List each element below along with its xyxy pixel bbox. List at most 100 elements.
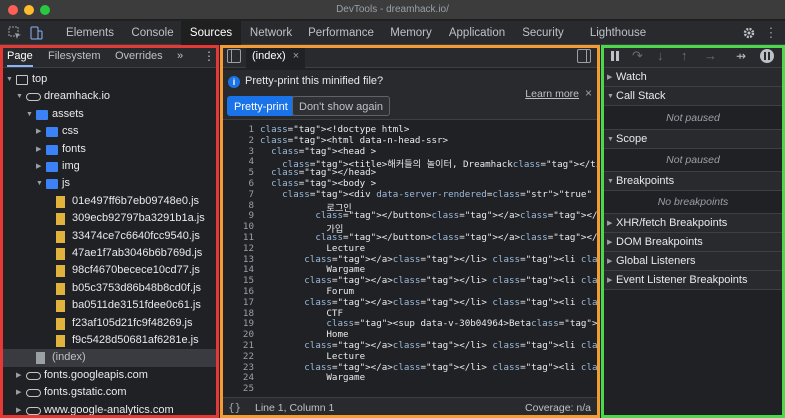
inspect-element-icon[interactable] xyxy=(6,24,24,42)
more-tabs-chevron[interactable]: » xyxy=(177,45,183,67)
code-line[interactable]: class="tag"><!doctype html> xyxy=(260,124,409,135)
deactivate-breakpoints-icon[interactable]: ⇸ xyxy=(736,49,746,63)
expanded-arrow-icon[interactable]: ▼ xyxy=(26,106,33,123)
code-line[interactable]: Lecture xyxy=(260,243,365,254)
step-icon[interactable]: → xyxy=(704,48,717,63)
tree-item[interactable]: ▶ img xyxy=(3,158,216,175)
collapsed-arrow-icon[interactable]: ▶ xyxy=(16,402,21,418)
code-line[interactable]: Home xyxy=(260,329,348,340)
tree-item[interactable]: 47ae1f7ab3046b6b769d.js xyxy=(3,245,216,262)
tree-item[interactable]: ▶ fonts xyxy=(3,141,216,158)
code-line[interactable]: class="tag"></button>class="tag"></a>cla… xyxy=(260,232,597,243)
navigator-menu-icon[interactable]: ⋮ xyxy=(203,45,215,67)
tree-item[interactable]: f23af105d21fc9f48269.js xyxy=(3,315,216,332)
format-braces-icon[interactable]: {} xyxy=(228,401,241,414)
code-line[interactable]: class="tag"></head> xyxy=(260,167,376,178)
tree-item-label: f9c5428d50681af6281e.js xyxy=(72,334,199,346)
tree-item[interactable]: ▼ dreamhack.io xyxy=(3,88,216,105)
event-listener-breakpoints-section[interactable]: ▶ Event Listener Breakpoints xyxy=(604,271,782,290)
tree-item[interactable]: ▶ fonts.googleapis.com xyxy=(3,367,216,384)
tree-item[interactable]: 01e497ff6b7eb09748e0.js xyxy=(3,193,216,210)
editor-tab-index[interactable]: (index) × xyxy=(246,45,306,68)
tab-lighthouse[interactable]: Lighthouse xyxy=(573,21,663,45)
code-line[interactable]: class="tag"><sup data-v-30b04964>Betacla… xyxy=(260,318,597,329)
code-line[interactable]: class="tag"></a>class="tag"></li> class=… xyxy=(260,297,597,308)
pretty-print-button[interactable]: Pretty-print xyxy=(227,96,295,116)
tree-item[interactable]: f9c5428d50681af6281e.js xyxy=(3,332,216,349)
settings-gear-icon[interactable] xyxy=(740,24,758,42)
tree-item[interactable]: 98cf4670becece10cd77.js xyxy=(3,262,216,279)
code-line[interactable]: class="tag"></a>class="tag"></li> class=… xyxy=(260,254,597,265)
expanded-arrow-icon[interactable]: ▼ xyxy=(36,175,43,192)
tab-filesystem[interactable]: Filesystem xyxy=(48,45,101,67)
tree-item[interactable]: (index) xyxy=(3,349,216,367)
device-toolbar-icon[interactable] xyxy=(27,24,45,42)
watch-label: Watch xyxy=(616,71,647,83)
toggle-navigator-icon[interactable] xyxy=(227,49,241,63)
code-line[interactable]: class="tag"><head > xyxy=(260,146,376,157)
tree-item-label: assets xyxy=(52,107,84,120)
tree-item[interactable]: ▶ fonts.gstatic.com xyxy=(3,384,216,401)
expanded-arrow-icon[interactable]: ▼ xyxy=(6,71,13,88)
tab-application[interactable]: Application xyxy=(441,21,513,45)
tree-item[interactable]: 309ecb92797ba3291b1a.js xyxy=(3,210,216,227)
code-line[interactable]: Forum xyxy=(260,286,354,297)
pause-icon[interactable] xyxy=(610,51,620,61)
pause-on-exceptions-icon[interactable] xyxy=(760,49,774,63)
collapsed-arrow-icon[interactable]: ▶ xyxy=(36,123,41,140)
close-infobar-icon[interactable]: × xyxy=(585,86,592,100)
tab-elements[interactable]: Elements xyxy=(56,21,124,45)
step-into-icon[interactable]: ↓ xyxy=(657,48,664,63)
tree-item-label: js xyxy=(62,177,70,190)
tree-item[interactable]: b05c3753d86b48b8cd0f.js xyxy=(3,280,216,297)
code-line[interactable]: class="tag"><html data-n-head-ssr> xyxy=(260,135,448,146)
tab-network[interactable]: Network xyxy=(241,21,301,45)
scope-section[interactable]: ▼ Scope xyxy=(604,130,782,149)
dom-breakpoints-section[interactable]: ▶ DOM Breakpoints xyxy=(604,233,782,252)
expanded-arrow-icon[interactable]: ▼ xyxy=(16,88,23,105)
collapsed-arrow-icon[interactable]: ▶ xyxy=(36,141,41,158)
code-line[interactable]: class="tag"></button>class="tag"></a>cla… xyxy=(260,210,597,221)
code-editor[interactable]: 1 class="tag"><!doctype html> 2 class="tag"… xyxy=(223,122,597,395)
global-listeners-section[interactable]: ▶ Global Listeners xyxy=(604,252,782,271)
code-line[interactable]: class="tag"><div data-server-rendered=cl… xyxy=(260,189,597,200)
collapsed-arrow-icon[interactable]: ▶ xyxy=(16,367,21,384)
code-line[interactable]: class="tag"></a>class="tag"></li> class=… xyxy=(260,275,597,286)
more-options-icon[interactable]: ⋮ xyxy=(762,24,780,42)
tree-item[interactable]: ba0511de3151fdee0c61.js xyxy=(3,297,216,314)
code-line[interactable]: Wargame xyxy=(260,264,365,275)
close-tab-icon[interactable]: × xyxy=(293,50,299,62)
tab-overrides[interactable]: Overrides xyxy=(115,45,163,67)
tree-item[interactable]: 33474ce7c6640fcc9540.js xyxy=(3,228,216,245)
breakpoints-section[interactable]: ▼ Breakpoints xyxy=(604,172,782,191)
code-line[interactable]: CTF xyxy=(260,308,343,319)
toggle-debugger-icon[interactable] xyxy=(577,49,591,63)
tree-item-label: css xyxy=(62,125,79,138)
tree-item[interactable]: ▶ www.google-analytics.com xyxy=(3,402,216,418)
tab-performance[interactable]: Performance xyxy=(301,21,381,45)
tab-sources[interactable]: Sources xyxy=(181,21,241,45)
tab-security[interactable]: Security xyxy=(513,21,573,45)
xhr-breakpoints-section[interactable]: ▶ XHR/fetch Breakpoints xyxy=(604,214,782,233)
learn-more-link[interactable]: Learn more xyxy=(525,88,579,100)
call-stack-section[interactable]: ▼ Call Stack xyxy=(604,87,782,106)
tab-memory[interactable]: Memory xyxy=(381,21,441,45)
code-line[interactable]: class="tag"></a>class="tag"></li> class=… xyxy=(260,340,597,351)
code-line[interactable]: Lecture xyxy=(260,351,365,362)
code-line[interactable]: Wargame xyxy=(260,372,365,383)
tab-console[interactable]: Console xyxy=(124,21,181,45)
tab-page[interactable]: Page xyxy=(7,45,33,67)
step-out-icon[interactable]: ↑ xyxy=(681,48,688,63)
collapsed-arrow-icon[interactable]: ▶ xyxy=(36,158,41,175)
step-over-icon[interactable]: ↷ xyxy=(632,48,643,64)
tree-item[interactable]: ▼ assets xyxy=(3,106,216,123)
code-line[interactable]: class="tag"></a>class="tag"></li> class=… xyxy=(260,362,597,373)
tree-item[interactable]: ▼ js xyxy=(3,175,216,192)
collapsed-arrow-icon[interactable]: ▶ xyxy=(16,384,21,401)
tree-item[interactable]: ▶ css xyxy=(3,123,216,140)
line-number: 15 xyxy=(242,275,254,287)
dont-show-again-button[interactable]: Don't show again xyxy=(292,96,391,116)
tree-item[interactable]: ▼ top xyxy=(3,71,216,88)
code-line[interactable]: class="tag"><body > xyxy=(260,178,376,189)
watch-section[interactable]: ▶ Watch xyxy=(604,68,782,87)
